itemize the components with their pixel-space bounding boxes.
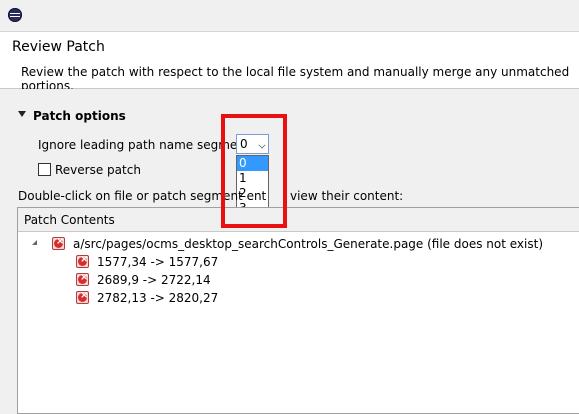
- instruction-text-left: Double-click on file or patch segment en…: [18, 189, 267, 203]
- patch-contents-header: Patch Contents: [18, 208, 579, 232]
- tree-hunk-item[interactable]: 2689,9 -> 2722,14: [97, 273, 211, 287]
- collapse-triangle-icon[interactable]: [18, 111, 26, 117]
- reverse-patch-checkbox[interactable]: [38, 163, 51, 176]
- tree-hunk-item[interactable]: 1577,34 -> 1577,67: [97, 255, 218, 269]
- segments-label: Ignore leading path name segments:: [38, 138, 260, 152]
- hunk-error-icon: [76, 290, 89, 304]
- dropdown-option-1[interactable]: 1: [237, 171, 268, 186]
- instruction-text-right: view their content:: [290, 189, 404, 203]
- eclipse-icon[interactable]: [8, 8, 22, 22]
- patch-contents-panel: Patch Contents a/src/pages/ocms_desktop_…: [17, 207, 579, 414]
- tree-hunk-item[interactable]: 2782,13 -> 2820,27: [97, 291, 218, 305]
- file-error-icon: [52, 236, 65, 250]
- page-title: Review Patch: [12, 39, 105, 55]
- patch-options-section-title[interactable]: Patch options: [33, 109, 126, 123]
- dialog-banner: Review Patch Review the patch with respe…: [0, 32, 579, 93]
- patch-contents-header-label: Patch Contents: [24, 213, 115, 227]
- tree-file-item[interactable]: a/src/pages/ocms_desktop_searchControls_…: [73, 237, 543, 251]
- hunk-error-icon: [76, 254, 89, 268]
- dropdown-option-0[interactable]: 0: [237, 156, 268, 171]
- dialog-titlebar: [0, 0, 579, 32]
- hunk-error-icon: [76, 272, 89, 286]
- chevron-down-icon: [258, 141, 266, 149]
- segments-combo-value: 0: [240, 137, 248, 151]
- reverse-patch-label[interactable]: Reverse patch: [55, 163, 141, 177]
- segments-combo[interactable]: 0: [236, 134, 269, 154]
- tree-expand-icon[interactable]: [32, 240, 37, 245]
